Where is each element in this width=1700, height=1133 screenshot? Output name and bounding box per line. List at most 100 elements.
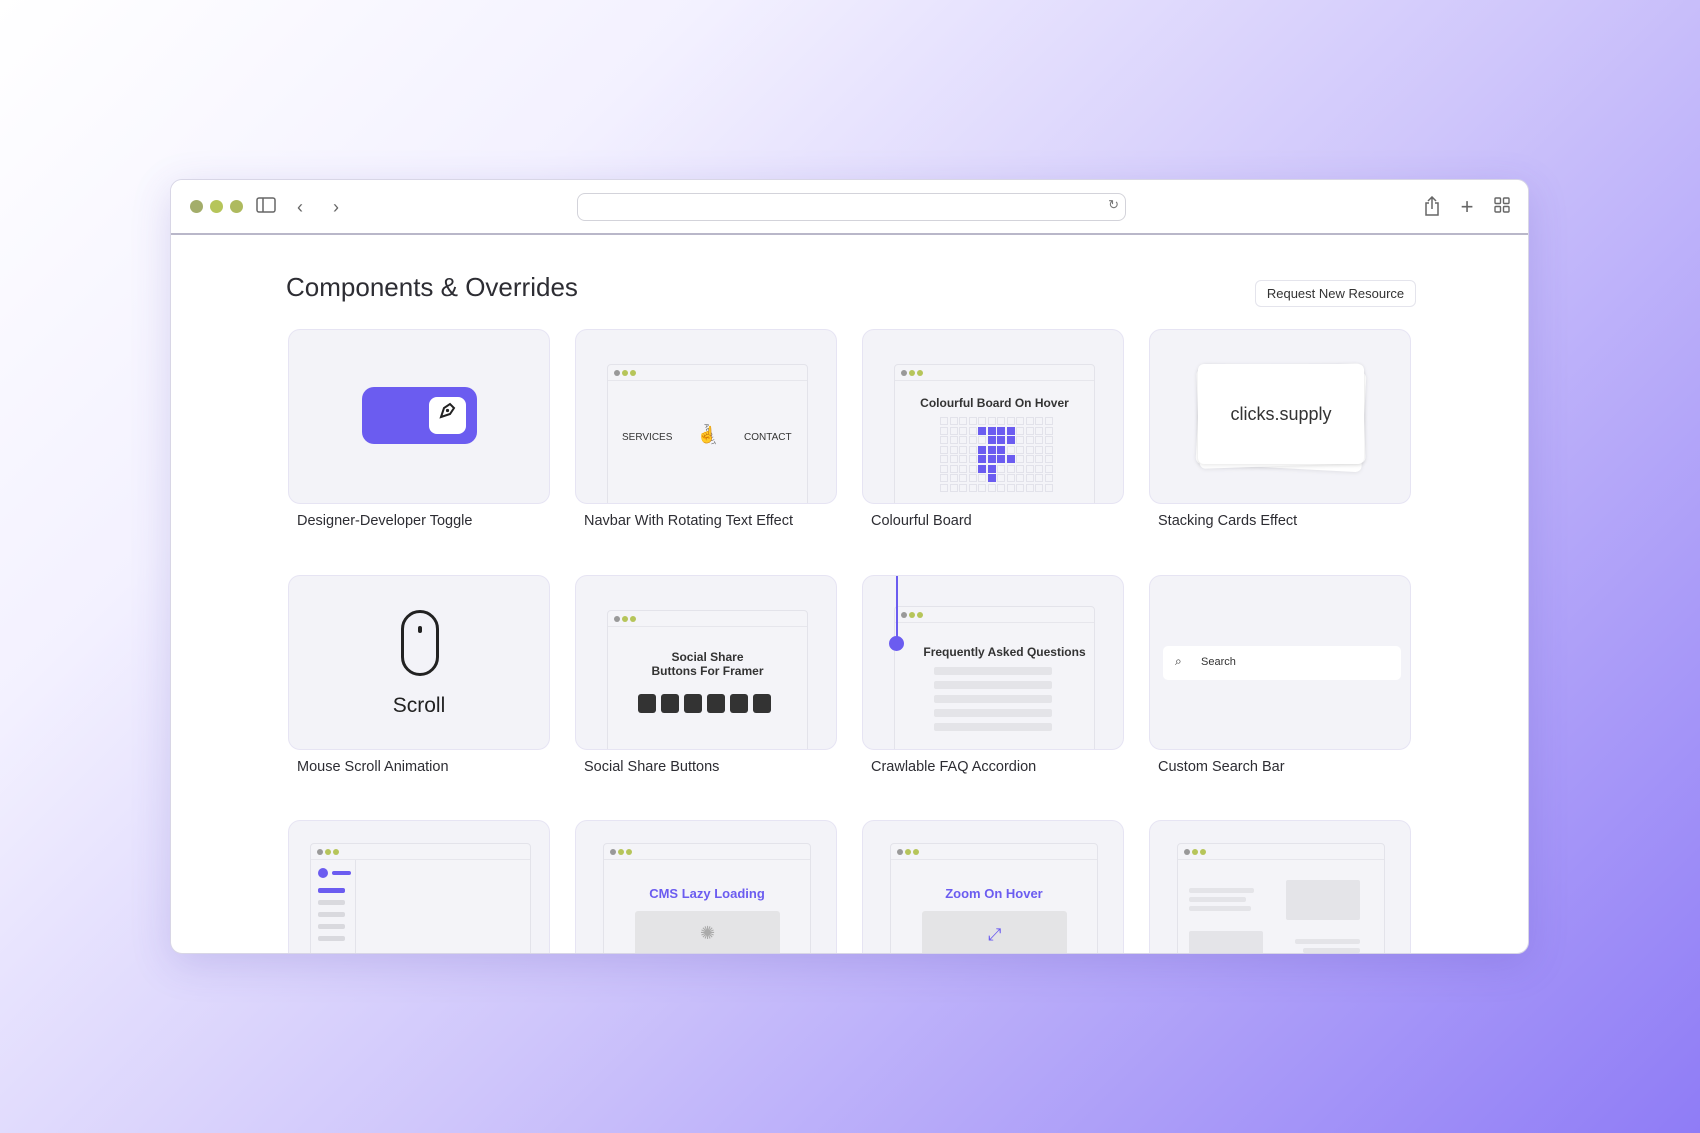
board-cell[interactable] <box>1035 445 1043 454</box>
board-cell[interactable] <box>949 464 958 473</box>
board-cell[interactable] <box>1044 474 1053 482</box>
board-cell[interactable] <box>987 417 996 425</box>
maximize-window-button[interactable] <box>230 200 243 213</box>
card-zoom-on-hover[interactable]: Zoom On Hover ⤢ <box>862 820 1124 953</box>
card-custom-search-bar[interactable]: ⌕ Search <box>1149 575 1411 750</box>
board-cell[interactable] <box>940 474 948 482</box>
board-cell[interactable] <box>1006 483 1015 492</box>
board-cell[interactable] <box>1044 426 1053 435</box>
forward-icon[interactable]: › <box>325 196 347 218</box>
board-cell[interactable] <box>968 464 977 473</box>
tab-overview-icon[interactable] <box>1491 196 1513 218</box>
board-cell[interactable] <box>987 455 996 463</box>
card-social-share[interactable]: Social Share Buttons For Framer <box>575 575 837 750</box>
board-cell[interactable] <box>968 445 977 454</box>
sidebar-icon[interactable] <box>255 196 277 218</box>
board-cell[interactable] <box>997 464 1005 473</box>
card-sidebar-navigation[interactable] <box>288 820 550 953</box>
board-cell[interactable] <box>978 455 986 463</box>
board-cell[interactable] <box>1016 474 1024 482</box>
board-cell[interactable] <box>987 445 996 454</box>
board-cell[interactable] <box>1025 445 1034 454</box>
board-cell[interactable] <box>1016 464 1024 473</box>
reddit-icon[interactable] <box>638 694 656 713</box>
board-cell[interactable] <box>959 417 967 425</box>
board-cell[interactable] <box>968 455 977 463</box>
board-cell[interactable] <box>1006 426 1015 435</box>
board-cell[interactable] <box>1016 483 1024 492</box>
board-cell[interactable] <box>1025 474 1034 482</box>
board-cell[interactable] <box>968 436 977 444</box>
board-cell[interactable] <box>997 455 1005 463</box>
close-window-button[interactable] <box>190 200 203 213</box>
board-cell[interactable] <box>1025 436 1034 444</box>
board-cell[interactable] <box>987 464 996 473</box>
board-cell[interactable] <box>959 483 967 492</box>
board-cell[interactable] <box>987 483 996 492</box>
board-cell[interactable] <box>940 417 948 425</box>
board-cell[interactable] <box>1006 436 1015 444</box>
board-cell[interactable] <box>949 445 958 454</box>
board-cell[interactable] <box>940 445 948 454</box>
board-cell[interactable] <box>978 445 986 454</box>
board-cell[interactable] <box>949 426 958 435</box>
board-cell[interactable] <box>940 455 948 463</box>
minimize-window-button[interactable] <box>210 200 223 213</box>
board-cell[interactable] <box>1025 426 1034 435</box>
board-cell[interactable] <box>1016 436 1024 444</box>
board-cell[interactable] <box>978 464 986 473</box>
board-cell[interactable] <box>959 445 967 454</box>
board-cell[interactable] <box>1044 436 1053 444</box>
board-cell[interactable] <box>997 474 1005 482</box>
board-cell[interactable] <box>1025 417 1034 425</box>
board-cell[interactable] <box>987 474 996 482</box>
board-cell[interactable] <box>940 483 948 492</box>
board-cell[interactable] <box>1016 445 1024 454</box>
board-cell[interactable] <box>987 426 996 435</box>
board-cell[interactable] <box>1035 474 1043 482</box>
board-cell[interactable] <box>997 483 1005 492</box>
back-icon[interactable]: ‹ <box>289 196 311 218</box>
card-designer-developer-toggle[interactable] <box>288 329 550 504</box>
board-cell[interactable] <box>1044 483 1053 492</box>
board-cell[interactable] <box>1044 445 1053 454</box>
board-cell[interactable] <box>997 426 1005 435</box>
twitter-icon[interactable] <box>661 694 679 713</box>
linkedin-icon[interactable] <box>684 694 702 713</box>
board-cell[interactable] <box>1006 417 1015 425</box>
board-cell[interactable] <box>940 464 948 473</box>
board-cell[interactable] <box>1035 483 1043 492</box>
mail-icon[interactable] <box>730 694 748 713</box>
board-cell[interactable] <box>1016 455 1024 463</box>
board-cell[interactable] <box>949 417 958 425</box>
board-cell[interactable] <box>1016 426 1024 435</box>
board-cell[interactable] <box>959 464 967 473</box>
board-cell[interactable] <box>959 426 967 435</box>
board-cell[interactable] <box>978 426 986 435</box>
share-icon[interactable] <box>1421 195 1443 218</box>
board-cell[interactable] <box>968 426 977 435</box>
board-cell[interactable] <box>940 426 948 435</box>
board-cell[interactable] <box>1006 445 1015 454</box>
card-cms-lazy-loading[interactable]: CMS Lazy Loading ✺ <box>575 820 837 953</box>
board-cell[interactable] <box>1006 455 1015 463</box>
address-bar[interactable]: ↻ <box>577 193 1126 221</box>
board-cell[interactable] <box>1035 464 1043 473</box>
board-cell[interactable] <box>940 436 948 444</box>
board-cell[interactable] <box>968 417 977 425</box>
card-stacking-cards[interactable]: clicks.supply <box>1149 329 1411 504</box>
board-cell[interactable] <box>978 417 986 425</box>
board-cell[interactable] <box>959 455 967 463</box>
board-cell[interactable] <box>1044 417 1053 425</box>
request-new-resource-button[interactable]: Request New Resource <box>1255 280 1416 307</box>
search-input[interactable]: ⌕ Search <box>1163 646 1401 680</box>
board-cell[interactable] <box>1025 455 1034 463</box>
board-cell[interactable] <box>968 483 977 492</box>
board-cell[interactable] <box>978 436 986 444</box>
board-cell[interactable] <box>1035 417 1043 425</box>
card-layout-grid[interactable] <box>1149 820 1411 953</box>
board-cell[interactable] <box>1025 483 1034 492</box>
board-cell[interactable] <box>1044 464 1053 473</box>
board-cell[interactable] <box>949 455 958 463</box>
board-cell[interactable] <box>959 436 967 444</box>
